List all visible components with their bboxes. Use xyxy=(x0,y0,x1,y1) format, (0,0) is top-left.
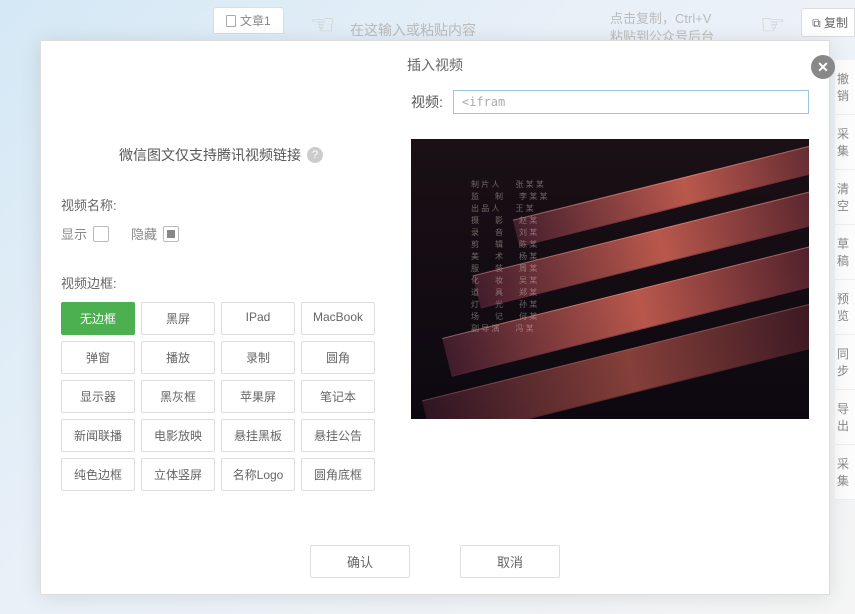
frame-option-button[interactable]: 纯色边框 xyxy=(61,458,135,491)
right-panel: 视频: 制 片 人 张 某 某 监 制 李 某 某 出 品 人 王 某 摄 影 … xyxy=(381,85,809,521)
frame-option-button[interactable]: MacBook xyxy=(301,302,375,335)
modal-footer: 确认 取消 xyxy=(41,531,829,594)
name-visibility-row: 显示 隐藏 xyxy=(61,224,381,243)
sidebar-item[interactable]: 清空 xyxy=(835,170,855,225)
video-url-input[interactable] xyxy=(453,90,809,114)
frame-option-button[interactable]: 悬挂公告 xyxy=(301,419,375,452)
input-hint: 在这输入或粘贴内容 xyxy=(350,20,476,40)
video-input-label: 视频: xyxy=(411,92,443,112)
frame-option-button[interactable]: 新闻联播 xyxy=(61,419,135,452)
hide-label: 隐藏 xyxy=(131,224,157,243)
copy-button[interactable]: ⧉ 复制 xyxy=(801,8,855,37)
sidebar-item[interactable]: 同步 xyxy=(835,335,855,390)
modal-title: 插入视频 xyxy=(407,57,463,73)
show-label: 显示 xyxy=(61,224,87,243)
frame-option-button[interactable]: 黑灰框 xyxy=(141,380,215,413)
frame-option-button[interactable]: 录制 xyxy=(221,341,295,374)
frame-option-button[interactable]: 立体竖屏 xyxy=(141,458,215,491)
frame-option-button[interactable]: 笔记本 xyxy=(301,380,375,413)
show-checkbox[interactable] xyxy=(93,226,109,242)
copy-button-label: ⧉ 复制 xyxy=(812,16,848,30)
modal-header: 插入视频 ✕ xyxy=(41,41,829,85)
doc-tab[interactable]: 文章1 xyxy=(213,7,284,34)
video-name-label: 视频名称: xyxy=(61,195,381,214)
frame-option-button[interactable]: 无边框 xyxy=(61,302,135,335)
cancel-button[interactable]: 取消 xyxy=(460,545,560,578)
frame-option-button[interactable]: 黑屏 xyxy=(141,302,215,335)
video-input-row: 视频: xyxy=(411,85,809,114)
sidebar-item[interactable]: 撤销 xyxy=(835,60,855,115)
frame-option-button[interactable]: 圆角底框 xyxy=(301,458,375,491)
frame-option-button[interactable]: 显示器 xyxy=(61,380,135,413)
confirm-button[interactable]: 确认 xyxy=(310,545,410,578)
frame-label: 视频边框: xyxy=(61,273,381,292)
sidebar-item[interactable]: 预览 xyxy=(835,280,855,335)
frame-option-button[interactable]: 播放 xyxy=(141,341,215,374)
hide-checkbox[interactable] xyxy=(163,226,179,242)
frame-option-button[interactable]: 电影放映 xyxy=(141,419,215,452)
frame-option-button[interactable]: 圆角 xyxy=(301,341,375,374)
video-preview[interactable]: 制 片 人 张 某 某 监 制 李 某 某 出 品 人 王 某 摄 影 赵 某 … xyxy=(411,139,809,419)
tab-label: 文章1 xyxy=(240,12,271,29)
sidebar-item[interactable]: 草稿 xyxy=(835,225,855,280)
modal-body: 微信图文仅支持腾讯视频链接 ? 视频名称: 显示 隐藏 视频边框: 无边框黑屏I… xyxy=(41,85,829,531)
frame-option-button[interactable]: 悬挂黑板 xyxy=(221,419,295,452)
insert-video-modal: 插入视频 ✕ 微信图文仅支持腾讯视频链接 ? 视频名称: 显示 隐藏 视频边框:… xyxy=(40,40,830,595)
document-icon xyxy=(226,15,236,27)
frame-option-button[interactable]: 苹果屏 xyxy=(221,380,295,413)
right-sidebar: 撤销采集清空草稿预览同步导出采集 xyxy=(835,60,855,500)
pointer-icon: ☜ xyxy=(310,8,335,41)
frame-options-grid: 无边框黑屏IPadMacBook 弹窗播放录制圆角显示器黑灰框苹果屏笔记本新闻联播… xyxy=(61,302,381,491)
sidebar-item[interactable]: 采集 xyxy=(835,115,855,170)
frame-option-button[interactable]: IPad xyxy=(221,302,295,335)
left-panel: 微信图文仅支持腾讯视频链接 ? 视频名称: 显示 隐藏 视频边框: 无边框黑屏I… xyxy=(61,85,381,521)
video-credits: 制 片 人 张 某 某 监 制 李 某 某 出 品 人 王 某 摄 影 赵 某 … xyxy=(471,179,547,335)
close-icon: ✕ xyxy=(817,59,829,76)
frame-option-button[interactable]: 名称Logo xyxy=(221,458,295,491)
frame-option-button[interactable]: 弹窗 xyxy=(61,341,135,374)
close-button[interactable]: ✕ xyxy=(811,55,835,79)
pointer-icon-right: ☞ xyxy=(760,8,785,41)
help-icon[interactable]: ? xyxy=(307,147,323,163)
support-note: 微信图文仅支持腾讯视频链接 ? xyxy=(61,145,381,165)
sidebar-item[interactable]: 采集 xyxy=(835,445,855,500)
sidebar-item[interactable]: 导出 xyxy=(835,390,855,445)
